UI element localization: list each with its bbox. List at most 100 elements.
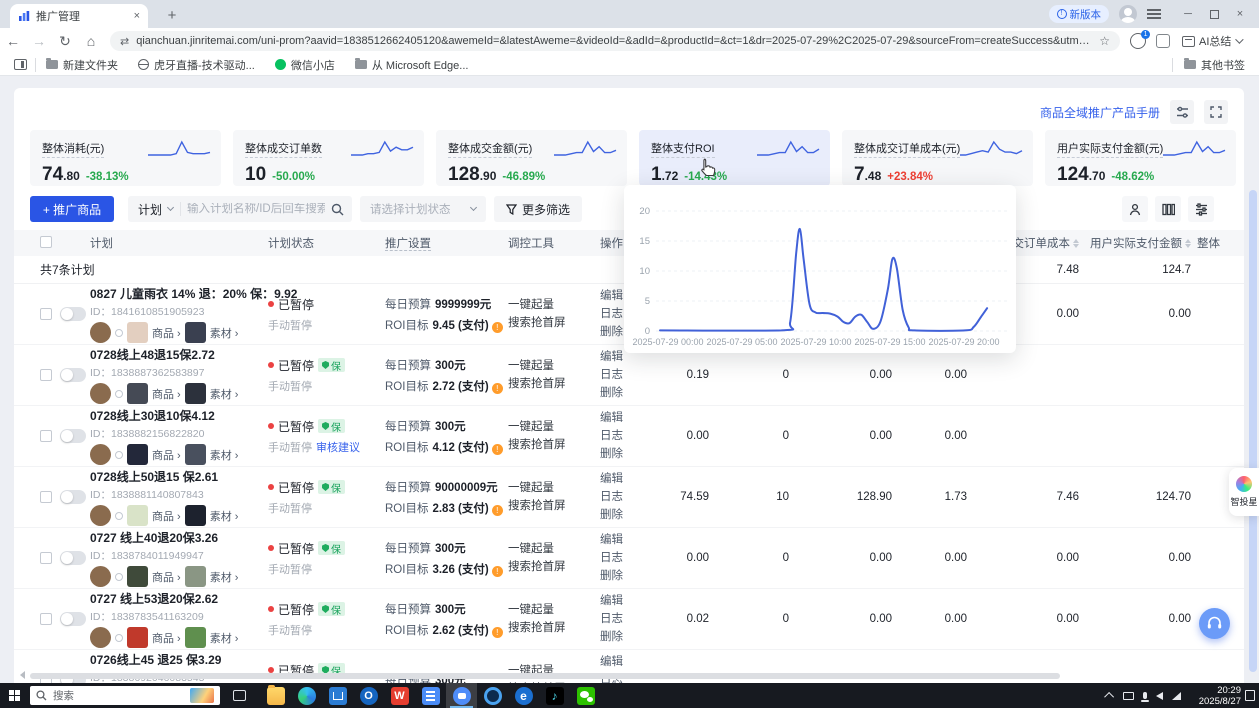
media-control-icon[interactable]: 1 bbox=[1130, 33, 1146, 49]
other-bookmarks[interactable]: 其他书签 bbox=[1184, 57, 1245, 73]
forward-button[interactable]: → bbox=[26, 33, 52, 49]
metric-card[interactable]: 整体成交金额(元) 128.90 -46.89% bbox=[436, 130, 627, 186]
tray-expand-icon[interactable] bbox=[1104, 692, 1114, 702]
bookmark-item[interactable]: 新建文件夹 bbox=[46, 57, 118, 73]
material-link[interactable]: 素材 › bbox=[210, 508, 239, 524]
delete-link[interactable]: 删除 bbox=[600, 628, 645, 646]
new-tab-button[interactable]: + bbox=[160, 4, 184, 28]
page-scrollbar[interactable] bbox=[1249, 190, 1257, 672]
edit-link[interactable]: 编辑 bbox=[600, 470, 645, 488]
bookmark-item[interactable]: 微信小店 bbox=[275, 57, 335, 73]
search-top-screen-link[interactable]: 搜索抢首屏 bbox=[508, 314, 600, 332]
close-button[interactable]: × bbox=[1227, 0, 1253, 28]
row-enable-toggle[interactable] bbox=[60, 612, 86, 626]
metric-card[interactable]: 整体成交订单数 10 -50.00% bbox=[233, 130, 424, 186]
search-top-screen-link[interactable]: 搜索抢首屏 bbox=[508, 375, 600, 393]
product-link[interactable]: 商品 › bbox=[152, 325, 181, 341]
ai-summary-button[interactable]: AI总结 bbox=[1182, 33, 1249, 49]
taskbar-browser-icon[interactable] bbox=[508, 683, 539, 708]
one-key-boost-link[interactable]: 一键起量 bbox=[508, 601, 600, 619]
info-icon[interactable]: ! bbox=[492, 383, 503, 394]
search-top-screen-link[interactable]: 搜索抢首屏 bbox=[508, 619, 600, 637]
material-link[interactable]: 素材 › bbox=[210, 630, 239, 646]
search-top-screen-link[interactable]: 搜索抢首屏 bbox=[508, 497, 600, 515]
product-link[interactable]: 商品 › bbox=[152, 386, 181, 402]
plan-search-input[interactable] bbox=[181, 203, 331, 215]
row-checkbox[interactable] bbox=[40, 552, 52, 564]
delete-link[interactable]: 删除 bbox=[600, 506, 645, 524]
edit-link[interactable]: 编辑 bbox=[600, 409, 645, 427]
product-manual-link[interactable]: 商品全域推广产品手册 bbox=[1040, 104, 1160, 121]
taskbar-search[interactable]: 搜索 bbox=[30, 686, 220, 705]
bookmark-item[interactable]: 从 Microsoft Edge... bbox=[355, 57, 469, 73]
minimize-button[interactable]: ─ bbox=[1175, 0, 1201, 28]
taskbar-tiktok-icon[interactable] bbox=[539, 683, 570, 708]
taskbar-ring-icon[interactable] bbox=[477, 683, 508, 708]
plan-title[interactable]: 0727 线上40退20保3.26 bbox=[90, 529, 268, 546]
scroll-left-arrow[interactable] bbox=[20, 671, 25, 679]
side-panel-icon[interactable] bbox=[14, 59, 27, 70]
start-button[interactable] bbox=[0, 690, 30, 702]
metric-card[interactable]: 整体成交订单成本(元) 7.48 +23.84% bbox=[842, 130, 1033, 186]
network-icon[interactable] bbox=[1172, 692, 1181, 700]
col-user-pay[interactable]: 用户实际支付金额 bbox=[1085, 235, 1197, 251]
one-key-boost-link[interactable]: 一键起量 bbox=[508, 357, 600, 375]
volume-icon[interactable] bbox=[1156, 692, 1163, 700]
taskbar-wps-icon[interactable] bbox=[384, 683, 415, 708]
taskbar-app-blue-icon[interactable] bbox=[415, 683, 446, 708]
search-highlight-thumbnail[interactable] bbox=[190, 688, 214, 703]
log-link[interactable]: 日志 bbox=[600, 427, 645, 445]
log-link[interactable]: 日志 bbox=[600, 610, 645, 628]
delete-link[interactable]: 删除 bbox=[600, 384, 645, 402]
select-all-checkbox[interactable] bbox=[40, 236, 52, 248]
search-top-screen-link[interactable]: 搜索抢首屏 bbox=[508, 436, 600, 454]
taskbar-edge-icon[interactable] bbox=[291, 683, 322, 708]
metric-card[interactable]: 用户实际支付金额(元) 124.70 -48.62% bbox=[1045, 130, 1236, 186]
row-checkbox[interactable] bbox=[40, 613, 52, 625]
row-enable-toggle[interactable] bbox=[60, 490, 86, 504]
custom-audience-button[interactable] bbox=[1122, 196, 1148, 222]
delete-link[interactable]: 删除 bbox=[600, 445, 645, 463]
col-overall[interactable]: 整体 bbox=[1197, 235, 1244, 251]
one-key-boost-link[interactable]: 一键起量 bbox=[508, 418, 600, 436]
row-enable-toggle[interactable] bbox=[60, 429, 86, 443]
delete-link[interactable]: 删除 bbox=[600, 567, 645, 585]
maximize-button[interactable] bbox=[1201, 0, 1227, 28]
bookmark-item[interactable]: 虎牙直播-技术驱动... bbox=[138, 57, 255, 73]
product-link[interactable]: 商品 › bbox=[152, 630, 181, 646]
horizontal-scrollbar[interactable] bbox=[30, 673, 1060, 679]
sort-icon[interactable] bbox=[1073, 239, 1079, 248]
site-info-icon[interactable]: ⇄ bbox=[120, 35, 129, 48]
customer-service-button[interactable] bbox=[1199, 608, 1230, 639]
material-link[interactable]: 素材 › bbox=[210, 447, 239, 463]
log-link[interactable]: 日志 bbox=[600, 366, 645, 384]
plan-title[interactable]: 0728线上48退15保2.72 bbox=[90, 346, 268, 363]
browser-menu-icon[interactable] bbox=[1147, 9, 1161, 19]
bookmark-star-icon[interactable]: ☆ bbox=[1099, 34, 1110, 48]
one-key-boost-link[interactable]: 一键起量 bbox=[508, 479, 600, 497]
info-icon[interactable]: ! bbox=[492, 566, 503, 577]
plan-title[interactable]: 0726线上45 退25 保3.29 bbox=[90, 651, 268, 668]
url-bar[interactable]: ⇄ qianchuan.jinritemai.com/uni-prom?aavi… bbox=[110, 31, 1120, 51]
row-checkbox[interactable] bbox=[40, 308, 52, 320]
one-key-boost-link[interactable]: 一键起量 bbox=[508, 296, 600, 314]
taskbar-file-explorer-icon[interactable] bbox=[260, 683, 291, 708]
tab-close-icon[interactable]: × bbox=[134, 10, 140, 22]
metric-card[interactable]: 整体支付ROI 1.72 -14.43% bbox=[639, 130, 830, 186]
new-version-badge[interactable]: ! 新版本 bbox=[1049, 5, 1110, 23]
home-button[interactable]: ⌂ bbox=[78, 33, 104, 49]
back-button[interactable]: ← bbox=[0, 33, 26, 49]
collections-icon[interactable] bbox=[1156, 34, 1170, 48]
task-view-button[interactable] bbox=[224, 690, 254, 701]
info-icon[interactable]: ! bbox=[492, 627, 503, 638]
info-icon[interactable]: ! bbox=[492, 505, 503, 516]
col-status[interactable]: 计划状态 bbox=[268, 235, 385, 251]
edit-link[interactable]: 编辑 bbox=[600, 531, 645, 549]
row-enable-toggle[interactable] bbox=[60, 368, 86, 382]
mic-icon[interactable] bbox=[1143, 692, 1147, 699]
plan-type-select[interactable]: 计划 bbox=[128, 201, 180, 218]
monitor-icon[interactable] bbox=[1123, 692, 1134, 700]
info-icon[interactable]: ! bbox=[492, 322, 503, 333]
row-enable-toggle[interactable] bbox=[60, 307, 86, 321]
log-link[interactable]: 日志 bbox=[600, 488, 645, 506]
